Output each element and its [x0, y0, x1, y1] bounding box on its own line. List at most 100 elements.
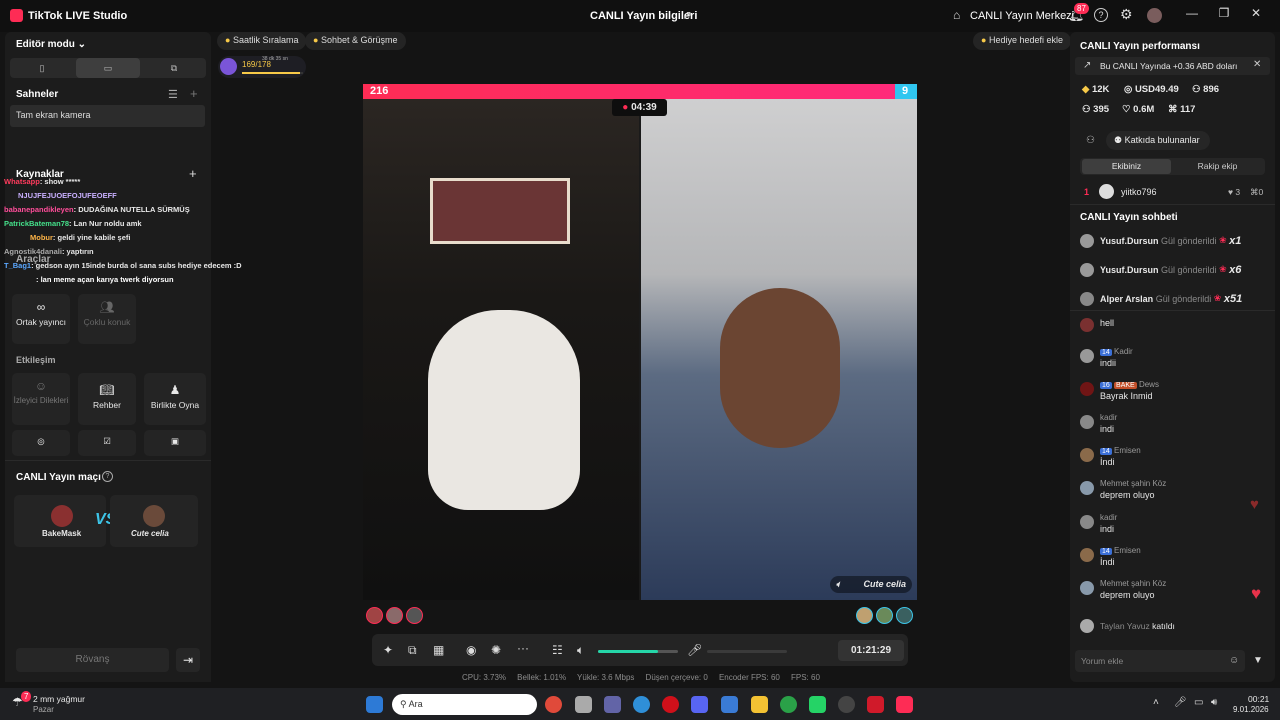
browser-icon[interactable] [780, 696, 797, 713]
close-icon[interactable]: ✕ [1246, 6, 1266, 26]
add-user-icon[interactable]: ⚇ [1086, 135, 1095, 146]
help-icon[interactable]: ? [102, 471, 113, 482]
microphone-icon[interactable]: 🎤︎ [687, 643, 702, 657]
chat-icon: ● [313, 35, 319, 45]
contributors-button[interactable]: ⚉ Katkıda bulunanlar [1106, 131, 1210, 150]
opera-icon[interactable] [662, 696, 679, 713]
avatar [1080, 448, 1094, 462]
chat-call-pill[interactable]: ● Sohbet & Görüşme [305, 32, 406, 50]
heart-icon: ♥ [1228, 187, 1234, 197]
weather-day: Pazar [33, 705, 54, 714]
discord-icon[interactable] [691, 696, 708, 713]
obs-icon[interactable] [838, 696, 855, 713]
speaker-icon[interactable]: 🔊︎ [1211, 697, 1217, 708]
share-icon[interactable]: ↗ [682, 8, 692, 22]
sliders-icon[interactable]: ☷ [552, 643, 563, 657]
viewer-wishes-tile[interactable]: ☺ İzleyici Dilekleri [12, 373, 70, 425]
emoji-icon[interactable]: ☺ [1229, 655, 1239, 666]
elapsed-time: 01:21:29 [838, 640, 904, 661]
gifter-avatar[interactable] [856, 607, 873, 624]
screen-share-icon[interactable]: ⧉ [408, 643, 417, 658]
checklist-icon: ☑ [103, 436, 111, 446]
viewers-icon: ⚇ [1192, 84, 1201, 95]
tiktok-studio-icon[interactable] [896, 696, 913, 713]
mic-slider[interactable] [707, 650, 787, 653]
rematch-button[interactable]: Rövanş [16, 648, 169, 672]
maximize-icon[interactable]: ❐ [1214, 6, 1234, 26]
minimize-icon[interactable]: — [1182, 6, 1202, 26]
avatar [1080, 349, 1094, 363]
hourly-ranking-pill[interactable]: ● Saatlik Sıralama [217, 32, 307, 50]
filter-icon[interactable]: ▼ [1253, 655, 1263, 666]
explorer-icon[interactable] [575, 696, 592, 713]
cohost-tile[interactable]: ∞ Ortak yayıncı [12, 294, 70, 344]
whatsapp-icon[interactable] [809, 696, 826, 713]
add-scene-icon[interactable]: + [190, 86, 198, 101]
start-icon[interactable] [366, 696, 383, 713]
clock-time[interactable]: 00:21 [1248, 694, 1269, 704]
level-badge: 14 [1100, 349, 1112, 356]
play-together-tile[interactable]: ♟ Birlikte Oyna [144, 373, 206, 425]
gifter-avatar[interactable] [366, 607, 383, 624]
overlay-line: : lan meme açan karıya twerk diyorsun [36, 275, 174, 284]
search-icon: ⚲ [400, 699, 407, 709]
orientation-switch: ▯ ▭ ⧉ [10, 58, 206, 78]
rotate-mode-button[interactable]: ⧉ [142, 58, 206, 78]
display-icon[interactable]: ▭ [1194, 697, 1203, 708]
edge-icon[interactable] [633, 696, 650, 713]
gift-list: Yusuf.Dursun Gül gönderildi ❀ x1 Yusuf.D… [1080, 226, 1270, 313]
battle-timer: ● 04:39 [612, 99, 667, 116]
layout-icon[interactable]: ▦ [433, 643, 444, 657]
live-center-link[interactable]: CANLI Yayın Merkezi [970, 10, 1074, 22]
exit-icon[interactable]: ⇥ [176, 648, 200, 672]
avatar [1080, 515, 1094, 529]
tile-row-3b[interactable]: ☑ [78, 430, 136, 456]
magic-wand-icon[interactable]: ✦ [383, 643, 393, 657]
multiguest-tile[interactable]: 👥︎ Çoklu konuk [78, 294, 136, 344]
help-icon[interactable]: ? [1094, 8, 1108, 22]
mail-icon[interactable] [721, 696, 738, 713]
list-icon[interactable]: ☰ [168, 88, 178, 101]
stat-dropped: Düşen çerçeve: 0 [645, 673, 708, 682]
chrome-icon[interactable] [545, 696, 562, 713]
more-icon[interactable]: ··· [517, 641, 529, 655]
stat-encoder-fps: Encoder FPS: 60 [718, 673, 780, 682]
tab-our-team[interactable]: Ekibiniz [1082, 159, 1171, 174]
guide-tile[interactable]: 📖︎ Rehber [78, 373, 136, 425]
teams-icon[interactable] [604, 696, 621, 713]
editor-mode-dropdown[interactable]: Editör modu ⌄ [16, 39, 86, 50]
gifter-avatar[interactable] [406, 607, 423, 624]
clock-date[interactable]: 9.01.2026 [1233, 705, 1269, 714]
microphone-icon[interactable]: 🎤︎ [1174, 697, 1187, 708]
tile-row-3c[interactable]: ▣ [144, 430, 206, 456]
effects-icon[interactable]: ✺ [491, 643, 501, 657]
media-icon[interactable] [867, 696, 884, 713]
close-icon[interactable]: ✕ [1253, 59, 1261, 70]
progress-fill [242, 72, 300, 74]
gifter-avatar[interactable] [876, 607, 893, 624]
portrait-mode-button[interactable]: ▯ [10, 58, 74, 78]
gifter-avatar[interactable] [896, 607, 913, 624]
perf-title: CANLI Yayın performansı [1080, 41, 1200, 52]
volume-icon[interactable]: 🔈︎ [577, 643, 584, 658]
scene-item[interactable]: Tam ekran kamera [10, 105, 205, 127]
weather-text[interactable]: 2 mm yağmur [33, 694, 85, 704]
folder-icon[interactable] [751, 696, 768, 713]
joined-message: Taylan Yavuz katıldı [1080, 616, 1270, 636]
gift-goal-pill[interactable]: ● Hediye hedefi ekle [973, 32, 1072, 50]
home-icon[interactable]: ⌂ [953, 8, 960, 22]
avatar [1080, 548, 1094, 562]
users-icon: 👥︎ [99, 300, 115, 314]
avatar [1080, 415, 1094, 429]
comment-input[interactable]: Yorum ekle [1075, 650, 1245, 672]
tile-row-3a[interactable]: ◎ [12, 430, 70, 456]
tab-opponent-team[interactable]: Rakip ekip [1172, 159, 1263, 174]
landscape-mode-button[interactable]: ▭ [76, 58, 140, 78]
avatar[interactable] [1147, 8, 1162, 23]
gear-icon[interactable]: ⚙ [1120, 6, 1133, 23]
gifter-avatar[interactable] [386, 607, 403, 624]
record-icon[interactable]: ◉ [466, 643, 476, 657]
stat-gifters: ⌘ 117 [1168, 104, 1196, 115]
search-box[interactable]: ⚲ Ara [392, 694, 537, 715]
chevron-up-icon[interactable]: ˄ [1153, 697, 1159, 708]
